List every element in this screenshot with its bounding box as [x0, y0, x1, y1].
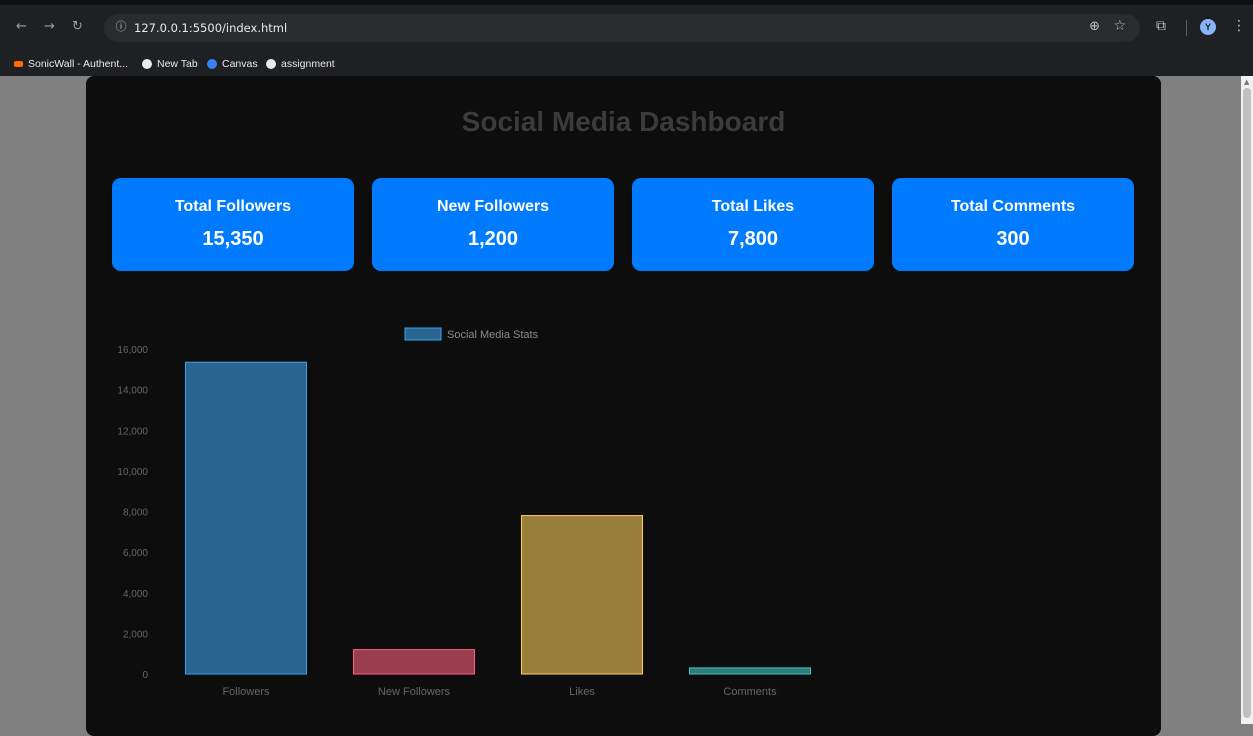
forward-icon[interactable]: → [44, 20, 55, 34]
address-bar[interactable]: ⓘ 127.0.0.1:5500/index.html ⊕ ☆ [104, 14, 1140, 42]
bookmark-label: New Tab [157, 58, 198, 70]
x-tick-label: Comments [723, 686, 777, 698]
globe-icon [142, 59, 152, 69]
scroll-up-icon[interactable]: ▲ [1244, 78, 1249, 86]
bookmark-label: Canvas [222, 58, 258, 70]
extensions-icon[interactable]: ⧉ [1156, 18, 1166, 34]
bookmark-sonicwall[interactable]: SonicWall - Authent... [14, 56, 128, 72]
toolbar-divider [1186, 20, 1187, 36]
bar-series [185, 361, 811, 675]
y-tick-label: 2,000 [123, 629, 148, 640]
zoom-icon[interactable]: ⊕ [1089, 19, 1100, 34]
page-scrollbar[interactable]: ▲ [1241, 76, 1253, 724]
bookmark-new-tab[interactable]: New Tab [142, 56, 198, 72]
profile-avatar[interactable]: Y [1200, 19, 1216, 35]
legend-label: Social Media Stats [447, 329, 539, 341]
menu-icon[interactable]: ⋮ [1232, 18, 1246, 34]
bookmarks-bar: SonicWall - Authent... New Tab Canvas as… [0, 52, 1253, 76]
chart-legend[interactable]: Social Media Stats [404, 327, 539, 341]
dashboard-container: Social Media Dashboard Total Followers 1… [86, 76, 1161, 736]
y-axis: 0 2,000 4,000 6,000 8,000 10,000 12,000 14,000 1… [117, 345, 148, 681]
y-tick-label: 14,000 [117, 386, 148, 397]
x-tick-label: New Followers [378, 686, 451, 698]
bookmark-canvas[interactable]: Canvas [207, 56, 258, 72]
browser-toolbar: ← → ↻ ⓘ 127.0.0.1:5500/index.html ⊕ ☆ ⧉ … [0, 0, 1253, 52]
bar-comments[interactable] [689, 667, 811, 675]
reload-icon[interactable]: ↻ [72, 20, 83, 34]
back-icon[interactable]: ← [16, 20, 27, 34]
bar-chart: Social Media Stats 0 2,000 4,000 6,000 8,000… [117, 327, 811, 698]
y-tick-label: 16,000 [117, 345, 148, 356]
x-axis: Followers New Followers Likes Comments [222, 686, 777, 698]
y-tick-label: 4,000 [123, 589, 148, 600]
canvas-icon [207, 59, 217, 69]
sonicwall-icon [14, 61, 23, 67]
y-tick-label: 0 [142, 670, 148, 681]
y-tick-label: 10,000 [117, 467, 148, 478]
tab-strip [0, 0, 1253, 5]
y-tick-label: 6,000 [123, 548, 148, 559]
legend-swatch [404, 327, 442, 341]
scrollbar-thumb[interactable] [1243, 88, 1251, 718]
bar-followers[interactable] [185, 361, 307, 675]
wordpress-icon [266, 59, 276, 69]
url-text[interactable]: 127.0.0.1:5500/index.html [134, 20, 287, 36]
site-info-icon[interactable]: ⓘ [114, 20, 128, 34]
bookmark-label: assignment [281, 58, 335, 70]
bookmark-star-icon[interactable]: ☆ [1113, 18, 1126, 34]
x-tick-label: Followers [222, 686, 270, 698]
y-tick-label: 8,000 [123, 508, 148, 519]
y-tick-label: 12,000 [117, 426, 148, 437]
bookmark-label: SonicWall - Authent... [28, 58, 128, 70]
bookmark-assignment[interactable]: assignment [266, 56, 335, 72]
x-tick-label: Likes [569, 686, 595, 698]
bar-likes[interactable] [521, 515, 643, 675]
bar-new-followers[interactable] [353, 649, 475, 675]
